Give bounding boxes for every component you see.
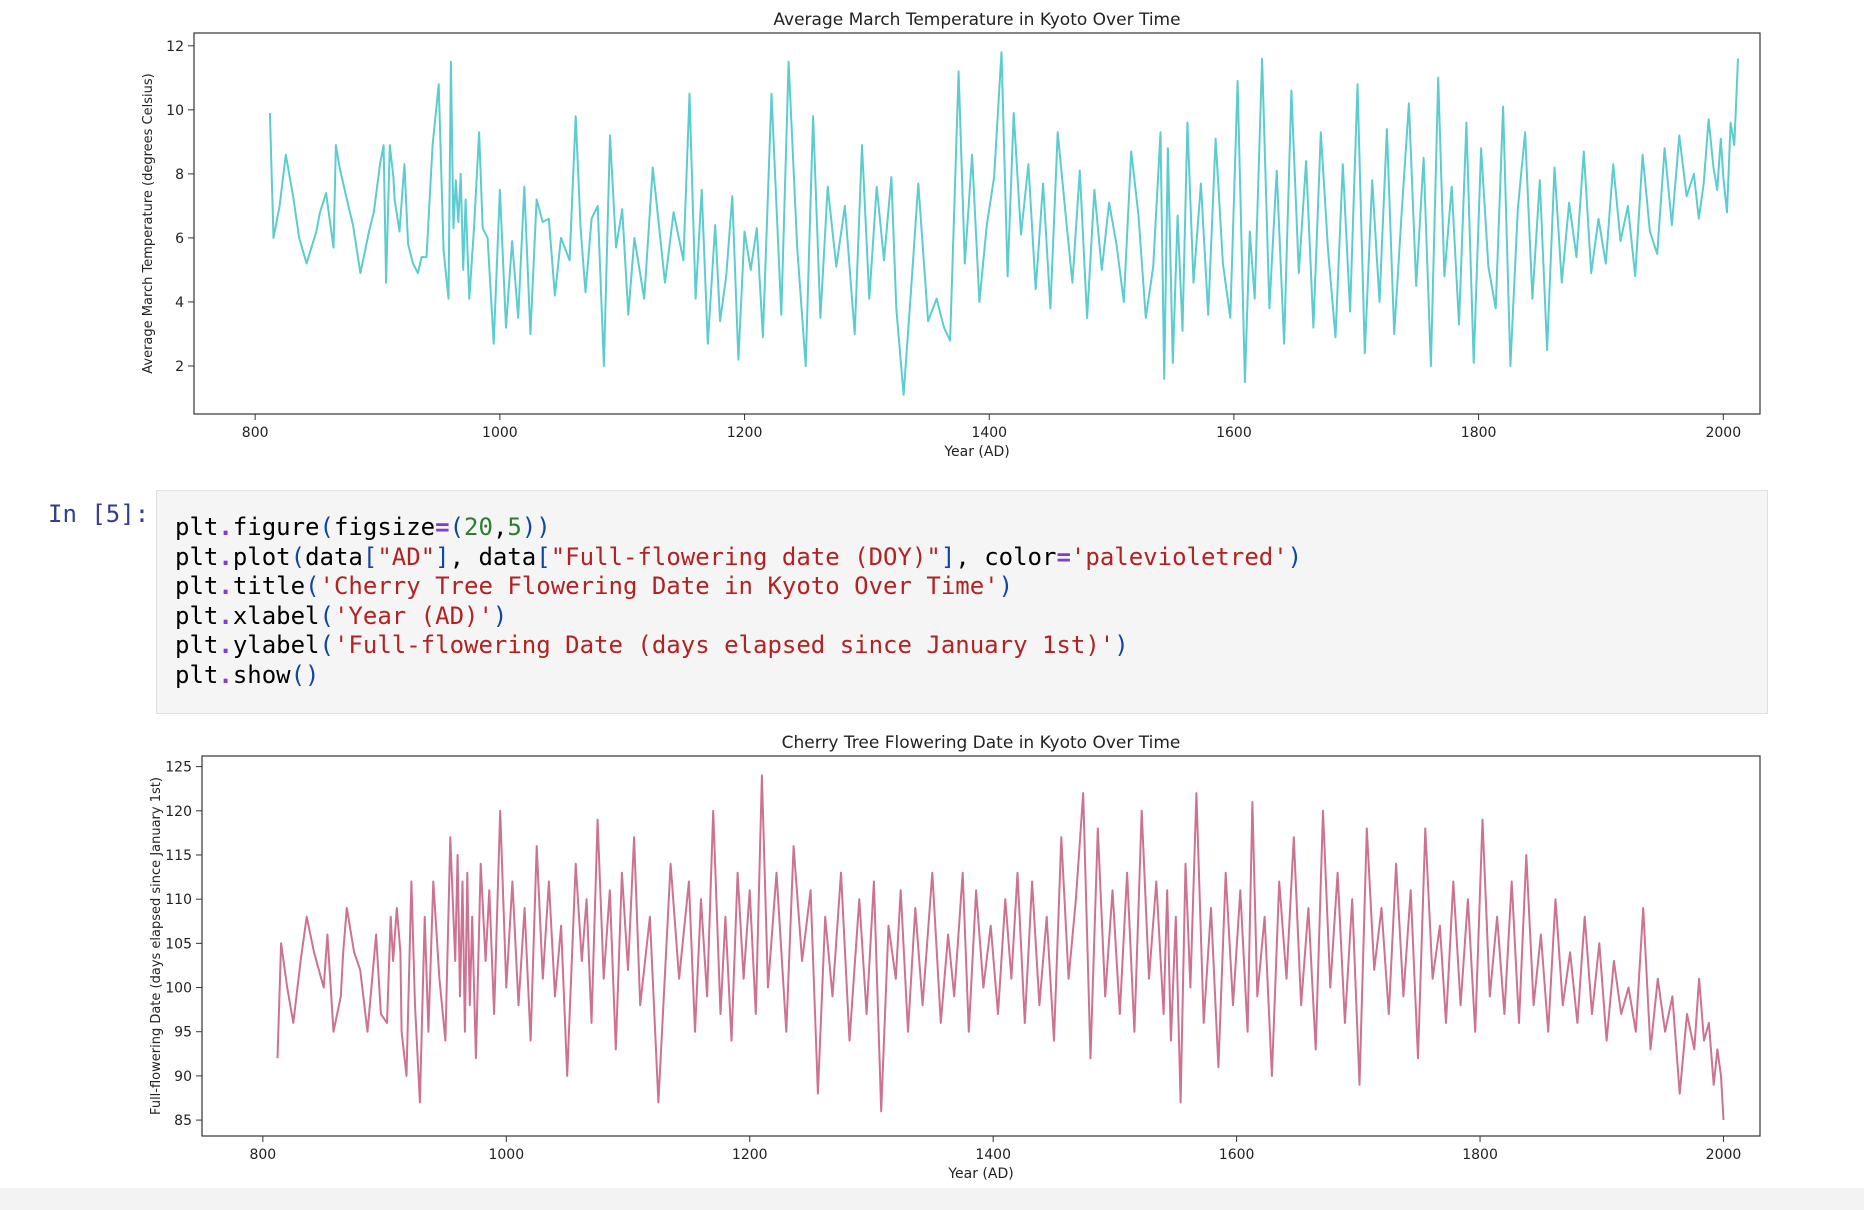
chart1-xtick-label: 1800: [1461, 425, 1497, 441]
code-token: (: [319, 631, 334, 659]
chart2-xlabel: Year (AD): [947, 1166, 1013, 1182]
code-token: ): [492, 601, 508, 630]
code-token: ): [998, 572, 1014, 600]
code-token: plot: [232, 542, 291, 571]
code-token: (: [319, 601, 334, 630]
chart1-title: Average March Temperature in Kyoto Over …: [773, 10, 1180, 30]
chart1-ytick-label: 12: [166, 39, 184, 55]
chart2-xtick-label: 1200: [732, 1147, 768, 1163]
cell-prompt: In [5]:: [48, 500, 150, 528]
code-token: 'palevioletred': [1070, 542, 1288, 571]
chart2-xtick-label: 800: [249, 1147, 276, 1163]
code-token: 20: [464, 513, 493, 541]
chart2-ytick-label: 115: [165, 848, 192, 864]
code-token: .: [218, 601, 233, 630]
code-token: 'Year (AD)': [333, 601, 493, 630]
code-token: (: [449, 513, 465, 541]
code-token: plt: [175, 601, 219, 630]
chart2-ytick-label: 95: [174, 1025, 192, 1041]
chart1-xtick-label: 1200: [727, 425, 763, 441]
bottom-bar: [0, 1188, 1864, 1210]
code-token: .: [218, 542, 233, 571]
chart2-ytick-label: 85: [174, 1113, 192, 1129]
code-token: plt: [175, 660, 219, 689]
code-token: =: [1056, 542, 1071, 571]
code-token: , data: [449, 542, 537, 571]
chart2-xtick-label: 1000: [488, 1147, 524, 1163]
code-token: ylabel: [232, 631, 320, 659]
code-token: "Full-flowering date (DOY)": [550, 542, 941, 571]
code-token: plt: [175, 513, 219, 541]
code-token: [: [536, 542, 551, 571]
code-token: 5: [507, 513, 522, 541]
chart2-title: Cherry Tree Flowering Date in Kyoto Over…: [782, 733, 1181, 753]
code-cell[interactable]: plt.figure(figsize=(20,5)) plt.plot(data…: [156, 490, 1768, 714]
code-line: plt.show(): [175, 661, 320, 689]
chart1-ytick-label: 2: [175, 359, 184, 375]
chart1-xtick-label: 1000: [482, 425, 518, 441]
chart2-ylabel: Full-flowering Date (days elapsed since …: [149, 777, 164, 1115]
chart1-series-line: [268, 51, 1739, 396]
code-token: )): [521, 513, 551, 541]
chart2-xtick-label: 1600: [1219, 1147, 1255, 1163]
chart1-ylabel: Average March Temperature (degrees Celsi…: [141, 73, 156, 373]
code-line: plt.xlabel('Year (AD)'): [175, 602, 507, 630]
chart2-xtick-label: 1400: [975, 1147, 1011, 1163]
chart2-ytick-label: 90: [174, 1069, 192, 1085]
code-editor[interactable]: plt.figure(figsize=(20,5)) plt.plot(data…: [175, 513, 1302, 690]
chart2-ytick-label: 100: [165, 981, 192, 997]
chart2-ytick-label: 125: [165, 760, 192, 776]
code-token: show: [232, 660, 291, 689]
code-token: ]: [940, 542, 956, 571]
code-token: ]: [435, 542, 450, 571]
code-token: plt: [175, 631, 219, 659]
chart2-series-line: [276, 774, 1725, 1121]
code-token: .: [218, 513, 233, 541]
code-token: plt: [175, 572, 219, 600]
code-token: (: [305, 572, 320, 600]
code-token: .: [218, 660, 233, 689]
code-token: 'Cherry Tree Flowering Date in Kyoto Ove…: [319, 572, 999, 600]
chart2-xtick-label: 2000: [1706, 1147, 1742, 1163]
code-line: plt.ylabel('Full-flowering Date (days el…: [175, 631, 1129, 659]
code-token: 'Full-flowering Date (days elapsed since…: [333, 631, 1115, 659]
code-token: xlabel: [232, 601, 320, 630]
chart1-ytick-label: 8: [175, 167, 184, 183]
code-line: plt.title('Cherry Tree Flowering Date in…: [175, 572, 1013, 600]
chart2-ytick-label: 105: [165, 936, 192, 952]
chart1-ytick-label: 4: [175, 295, 184, 311]
code-token: ): [1114, 631, 1129, 659]
chart1-ytick-label: 10: [166, 103, 184, 119]
code-token: "AD": [377, 542, 436, 571]
chart2-ytick-label: 110: [165, 892, 192, 908]
code-token: ,: [492, 513, 508, 541]
chart1-xtick-label: 800: [242, 425, 269, 441]
code-line: plt.plot(data["AD"], data["Full-flowerin…: [175, 543, 1302, 571]
chart1-ytick-label: 6: [175, 231, 184, 247]
chart1-xlabel: Year (AD): [943, 444, 1009, 460]
code-token: data: [305, 542, 363, 571]
chart1-xtick-label: 2000: [1705, 425, 1741, 441]
chart2-xtick-label: 1800: [1462, 1147, 1498, 1163]
chart2-ytick-label: 120: [165, 804, 192, 820]
flowering-chart: Cherry Tree Flowering Date in Kyoto Over…: [149, 733, 1761, 1182]
chart1-xtick-label: 1400: [971, 425, 1007, 441]
code-token: (: [290, 542, 306, 571]
code-token: (: [319, 513, 334, 541]
code-token: , color: [955, 542, 1057, 571]
code-token: .: [218, 572, 233, 600]
code-token: (): [290, 660, 320, 689]
code-token: .: [218, 631, 233, 659]
code-token: =: [435, 513, 450, 541]
code-line: plt.figure(figsize=(20,5)): [175, 513, 551, 541]
temperature-chart: Average March Temperature in Kyoto Over …: [141, 10, 1761, 460]
code-token: [: [362, 542, 378, 571]
code-token: ): [1287, 542, 1303, 571]
chart1-xtick-label: 1600: [1216, 425, 1252, 441]
code-token: title: [232, 572, 306, 600]
code-token: figure: [232, 513, 320, 541]
code-token: plt: [175, 542, 219, 571]
code-token: figsize: [333, 513, 436, 541]
